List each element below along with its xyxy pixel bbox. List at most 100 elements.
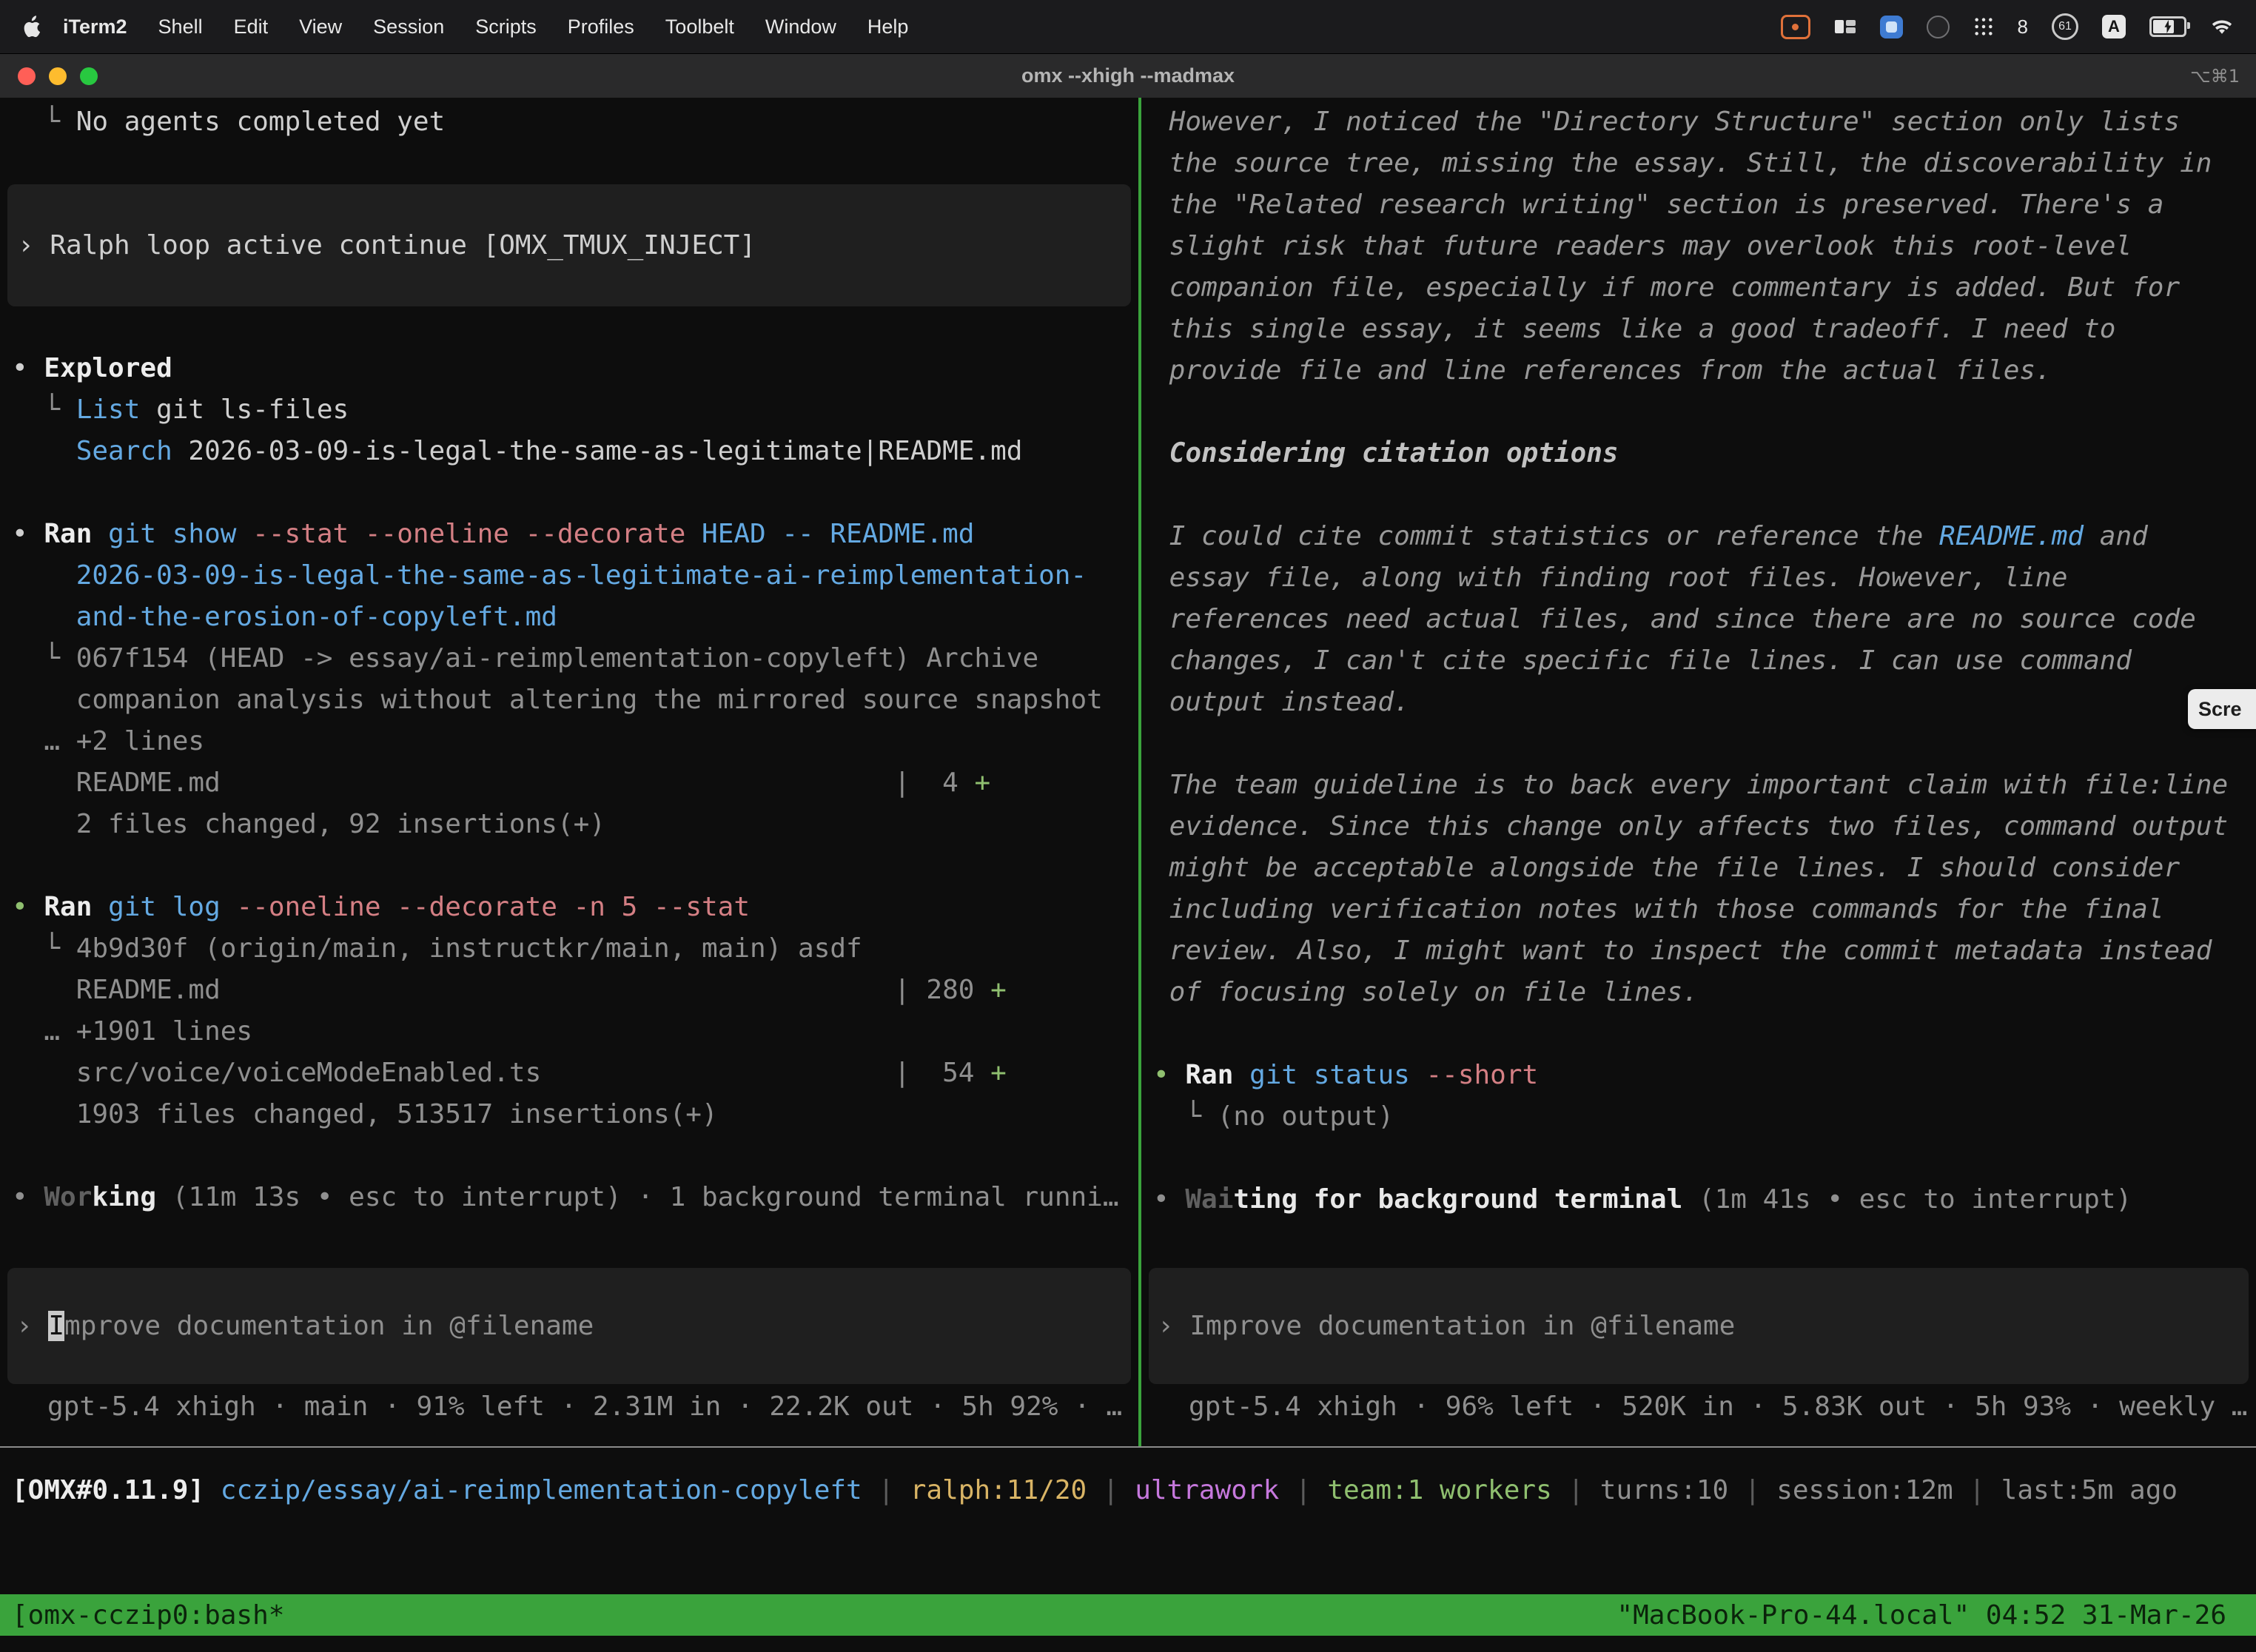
menu-item-iterm2[interactable]: iTerm2 <box>47 16 143 38</box>
terminal-line <box>0 143 1138 184</box>
tmux-window-label[interactable]: [omx-cczip0:bash* <box>12 1600 284 1631</box>
terminal-line: README.md | 4 + <box>0 762 1138 804</box>
terminal-line: slight risk that future readers may over… <box>1141 226 2256 267</box>
screen-recording-icon[interactable] <box>1781 15 1810 39</box>
window-title-bar[interactable]: omx --xhigh --madmax ⌥⌘1 <box>0 53 2256 98</box>
terminal-line: Search 2026-03-09-is-legal-the-same-as-l… <box>0 431 1138 472</box>
menu-item-scripts[interactable]: Scripts <box>460 16 552 38</box>
window-grid-icon[interactable] <box>1834 18 1856 36</box>
terminal-line: 2026-03-09-is-legal-the-same-as-legitima… <box>0 555 1138 597</box>
app-icon-blue[interactable] <box>1880 16 1903 38</box>
tmux-status-bar: [omx-cczip0:bash* "MacBook-Pro-44.local"… <box>0 1594 2256 1636</box>
tmux-panes: └ No agents completed yet › Ralph loop a… <box>0 98 2256 1448</box>
terminal-line: output instead. <box>1141 682 2256 723</box>
menu-item-profiles[interactable]: Profiles <box>552 16 650 38</box>
terminal-line: However, I noticed the "Directory Struct… <box>1141 101 2256 143</box>
app-icon-dark[interactable] <box>1927 16 1950 38</box>
left-lines-main: • Explored └ List git ls-files Search 20… <box>0 306 1138 1218</box>
terminal-line <box>1141 1138 2256 1179</box>
prompt-input-right[interactable]: › Improve documentation in @filename <box>1149 1268 2249 1384</box>
desktop-screen: iTerm2 Shell Edit View Session Scripts P… <box>0 0 2256 1652</box>
terminal-line: › Ralph loop active continue [OMX_TMUX_I… <box>18 225 756 266</box>
terminal-line: src/voice/voiceModeEnabled.ts | 54 + <box>0 1052 1138 1094</box>
prompt-input-left-line: › Improve documentation in @filename <box>16 1306 594 1347</box>
terminal-line: changes, I can't cite specific file line… <box>1141 640 2256 682</box>
terminal-line <box>1141 1013 2256 1055</box>
terminal-line: evidence. Since this change only affects… <box>1141 806 2256 847</box>
inject-banner: › Ralph loop active continue [OMX_TMUX_I… <box>7 184 1131 306</box>
menu-item-view[interactable]: View <box>283 16 357 38</box>
apple-menu-icon[interactable] <box>22 16 41 38</box>
terminal-line: • Waiting for background terminal (1m 41… <box>1141 1179 2256 1220</box>
terminal-line: gpt-5.4 xhigh · main · 91% left · 2.31M … <box>47 1386 1138 1428</box>
terminal-line: [OMX#0.11.9] cczip/essay/ai-reimplementa… <box>0 1470 2256 1511</box>
terminal-line: └ 067f154 (HEAD -> essay/ai-reimplementa… <box>0 638 1138 679</box>
dots-grid-icon[interactable] <box>1973 16 1994 37</box>
terminal-line <box>0 1135 1138 1177</box>
prompt-input-right-line: › Improve documentation in @filename <box>1158 1306 1735 1347</box>
terminal-line: • Ran git status --short <box>1141 1055 2256 1096</box>
terminal-line: companion file, especially if more comme… <box>1141 267 2256 309</box>
input-source-icon[interactable]: A <box>2102 15 2126 38</box>
terminal-line: … +2 lines <box>0 721 1138 762</box>
prompt-input-left[interactable]: › Improve documentation in @filename <box>7 1268 1131 1384</box>
terminal-line <box>1141 723 2256 765</box>
terminal-line: of focusing solely on file lines. <box>1141 972 2256 1013</box>
window-title: omx --xhigh --madmax <box>0 54 2256 98</box>
terminal-line <box>0 306 1138 348</box>
gauge-icon[interactable]: 61 <box>2052 13 2078 40</box>
window-shortcut: ⌥⌘1 <box>2190 54 2240 98</box>
terminal-line: provide file and line references from th… <box>1141 350 2256 392</box>
terminal-line: the source tree, missing the essay. Stil… <box>1141 143 2256 184</box>
menu-item-shell[interactable]: Shell <box>143 16 218 38</box>
terminal-line: essay file, along with finding root file… <box>1141 557 2256 599</box>
terminal-line: └ 4b9d30f (origin/main, instructkr/main,… <box>0 928 1138 970</box>
terminal-line: gpt-5.4 xhigh · 96% left · 520K in · 5.8… <box>1189 1386 2256 1428</box>
terminal-area: └ No agents completed yet › Ralph loop a… <box>0 98 2256 1652</box>
right-pane-status: gpt-5.4 xhigh · 96% left · 520K in · 5.8… <box>1189 1386 2256 1428</box>
left-pane-status: gpt-5.4 xhigh · main · 91% left · 2.31M … <box>47 1386 1138 1428</box>
menu-item-edit[interactable]: Edit <box>218 16 284 38</box>
terminal-line: └ No agents completed yet <box>0 101 1138 143</box>
terminal-line: this single essay, it seems like a good … <box>1141 309 2256 350</box>
omx-status-line: [OMX#0.11.9] cczip/essay/ai-reimplementa… <box>0 1470 2256 1511</box>
menu-bar: iTerm2 Shell Edit View Session Scripts P… <box>0 0 2256 53</box>
menu-bar-status-icons: 8 61 A <box>1781 13 2234 40</box>
right-pane-content: However, I noticed the "Directory Struct… <box>1141 98 2256 1220</box>
menu-item-toolbelt[interactable]: Toolbelt <box>650 16 750 38</box>
terminal-line: companion analysis without altering the … <box>0 679 1138 721</box>
inject-banner-line: › Ralph loop active continue [OMX_TMUX_I… <box>18 225 756 266</box>
terminal-line <box>1141 474 2256 516</box>
terminal-line: including verification notes with those … <box>1141 889 2256 930</box>
terminal-line: references need actual files, and since … <box>1141 599 2256 640</box>
terminal-line: • Ran git log --oneline --decorate -n 5 … <box>0 887 1138 928</box>
terminal-line: README.md | 280 + <box>0 970 1138 1011</box>
menu-item-help[interactable]: Help <box>852 16 924 38</box>
terminal-line: › Improve documentation in @filename <box>1158 1306 1735 1347</box>
gauge-value: 61 <box>2058 20 2072 33</box>
terminal-line: I could cite commit statistics or refere… <box>1141 516 2256 557</box>
left-pane-content: └ No agents completed yet › Ralph loop a… <box>0 98 1138 1218</box>
terminal-line: └ (no output) <box>1141 1096 2256 1138</box>
terminal-line: 1903 files changed, 513517 insertions(+) <box>0 1094 1138 1135</box>
screen-share-button[interactable]: Scre <box>2188 689 2256 729</box>
battery-icon[interactable] <box>2149 16 2186 37</box>
terminal-line: └ List git ls-files <box>0 389 1138 431</box>
tmux-host-clock: "MacBook-Pro-44.local" 04:52 31-Mar-26 <box>1617 1600 2226 1631</box>
terminal-line <box>0 845 1138 887</box>
right-terminal-pane: However, I noticed the "Directory Struct… <box>1141 98 2256 1446</box>
terminal-line: 2 files changed, 92 insertions(+) <box>0 804 1138 845</box>
wifi-icon[interactable] <box>2210 17 2234 36</box>
stat-number[interactable]: 8 <box>2018 16 2028 38</box>
terminal-line: the "Related research writing" section i… <box>1141 184 2256 226</box>
terminal-line <box>0 472 1138 514</box>
terminal-line: and-the-erosion-of-copyleft.md <box>0 597 1138 638</box>
menu-item-window[interactable]: Window <box>750 16 852 38</box>
menu-item-session[interactable]: Session <box>357 16 460 38</box>
terminal-line: Considering citation options <box>1141 433 2256 474</box>
right-lines-main: However, I noticed the "Directory Struct… <box>1141 101 2256 1220</box>
terminal-line: • Explored <box>0 348 1138 389</box>
terminal-line: The team guideline is to back every impo… <box>1141 765 2256 806</box>
terminal-line: might be acceptable alongside the file l… <box>1141 847 2256 889</box>
terminal-line: › Improve documentation in @filename <box>16 1306 594 1347</box>
